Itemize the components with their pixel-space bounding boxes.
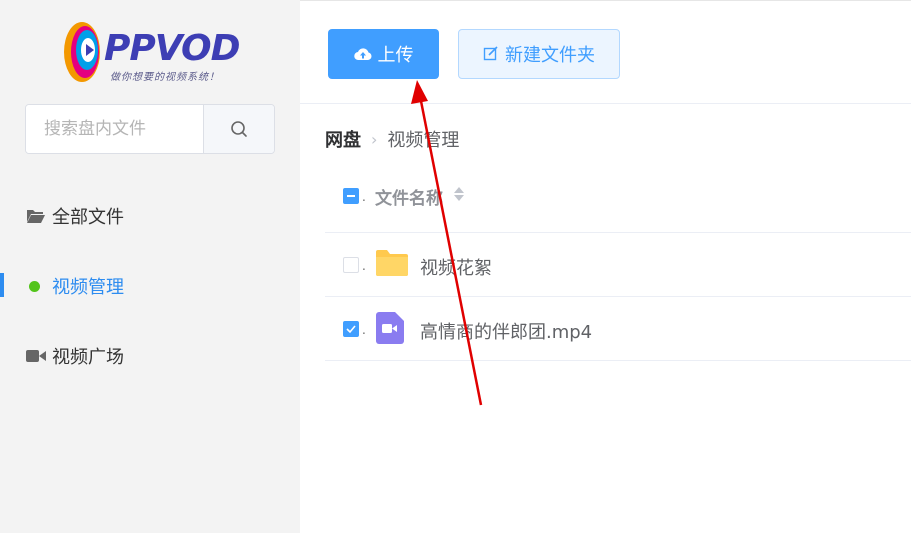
select-all-checkbox[interactable] bbox=[343, 188, 359, 204]
ppvod-logo[interactable]: PPVOD 做你想要的视频系统！ bbox=[60, 12, 240, 90]
file-name[interactable]: 视频花絮 bbox=[420, 254, 492, 280]
sidebar-item-label: 视频广场 bbox=[52, 347, 124, 368]
logo-emblem-icon bbox=[64, 22, 100, 82]
upload-button[interactable]: 上传 bbox=[328, 29, 439, 79]
folder-icon bbox=[376, 250, 408, 276]
breadcrumb-current: 视频管理 bbox=[387, 130, 460, 151]
sidebar-item-video-square[interactable]: 视频广场 bbox=[0, 333, 300, 379]
new-folder-button-label: 新建文件夹 bbox=[505, 45, 595, 66]
toolbar-divider bbox=[300, 103, 911, 104]
file-name[interactable]: 高情商的伴郎团.mp4 bbox=[420, 318, 592, 344]
sidebar-item-video-management[interactable]: 视频管理 bbox=[0, 263, 300, 309]
search-input[interactable] bbox=[26, 105, 203, 153]
logo-slogan: 做你想要的视频系统！ bbox=[110, 72, 220, 83]
sidebar-item-all-files[interactable]: 全部文件 bbox=[0, 193, 300, 239]
row-checkbox[interactable] bbox=[343, 321, 359, 337]
folder-open-icon bbox=[26, 208, 48, 224]
sort-icon[interactable] bbox=[453, 186, 465, 202]
cloud-upload-icon bbox=[353, 48, 371, 61]
main-panel: 上传 新建文件夹 网盘 › 视频管理 . 文件名称 . 视频花絮 . 高情商的伴… bbox=[300, 0, 911, 533]
breadcrumb: 网盘 › 视频管理 bbox=[325, 126, 459, 152]
logo-text: PPVOD bbox=[104, 28, 240, 69]
sidebar: PPVOD 做你想要的视频系统！ 全部文件 视频管理 bbox=[0, 0, 300, 533]
table-row[interactable]: . 高情商的伴郎团.mp4 bbox=[325, 297, 911, 361]
top-divider bbox=[300, 0, 911, 1]
video-camera-icon bbox=[26, 349, 48, 363]
sidebar-item-label: 视频管理 bbox=[52, 277, 124, 298]
table-row[interactable]: . 视频花絮 bbox=[325, 233, 911, 297]
upload-button-label: 上传 bbox=[377, 45, 414, 66]
search-button[interactable] bbox=[203, 105, 274, 153]
column-header-name[interactable]: 文件名称 bbox=[375, 184, 443, 209]
chevron-right-icon: › bbox=[371, 129, 378, 149]
status-dot-icon bbox=[26, 280, 48, 292]
edit-icon bbox=[483, 46, 498, 61]
video-file-icon bbox=[376, 312, 404, 344]
search-icon bbox=[231, 121, 247, 137]
search-box bbox=[25, 104, 275, 154]
new-folder-button[interactable]: 新建文件夹 bbox=[458, 29, 620, 79]
row-checkbox[interactable] bbox=[343, 257, 359, 273]
sidebar-item-label: 全部文件 bbox=[52, 207, 124, 228]
table-header: . 文件名称 bbox=[325, 160, 911, 233]
breadcrumb-root[interactable]: 网盘 bbox=[325, 126, 361, 152]
